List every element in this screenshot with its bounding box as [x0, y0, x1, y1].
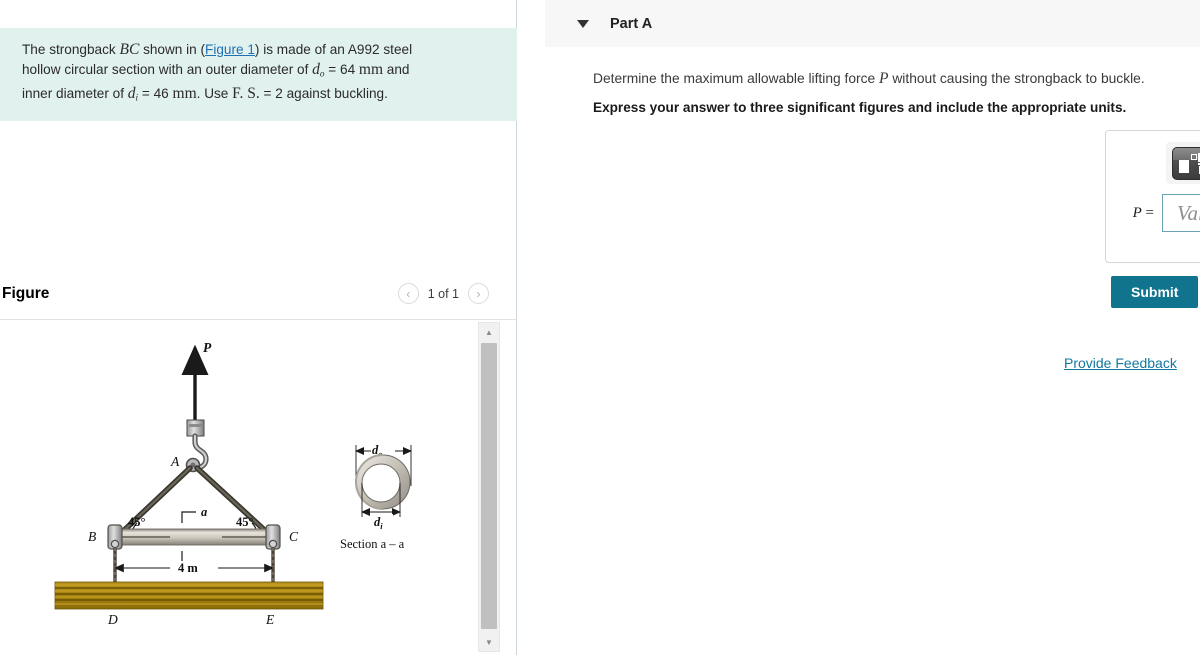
- problem-line2-pre: hollow circular section with an outer di…: [22, 62, 313, 77]
- problem-statement-box: The strongback BC shown in (Figure 1) is…: [0, 28, 517, 122]
- problem-line3-post: = 2 against buckling.: [259, 85, 388, 101]
- answer-toolbar: μÅ: [1166, 142, 1200, 184]
- problem-line3-mid: = 46: [138, 85, 173, 101]
- right-panel: Part A Determine the maximum allowable l…: [518, 0, 1200, 655]
- chevron-down-icon[interactable]: [577, 19, 589, 28]
- answer-prefix-equals: =: [1145, 204, 1154, 221]
- problem-line1-post: ) is made of an A992 steel: [254, 42, 413, 57]
- answer-instruction: Express your answer to three significant…: [593, 100, 1127, 115]
- answer-prefix-symbol: P: [1132, 204, 1142, 221]
- figure-label-span: 4 m: [178, 561, 198, 575]
- problem-statement-text: The strongback BC shown in (Figure 1) is…: [22, 40, 477, 107]
- figure-prev-button[interactable]: ‹: [397, 283, 419, 304]
- problem-line1-mid: shown in (: [139, 42, 206, 57]
- problem-line3-mid2: . Use: [196, 85, 233, 101]
- figure-1-link[interactable]: Figure 1: [205, 42, 255, 57]
- question-text-post: without causing the strongback to buckle…: [888, 71, 1145, 86]
- problem-line1-pre: The strongback: [22, 42, 120, 57]
- figure-image: P A 45° 45° B C a 4 m D E do di Section …: [0, 320, 474, 655]
- strongback-diagram-svg: P A 45° 45° B C a 4 m D E do di Section …: [54, 340, 412, 627]
- problem-line2-post: and: [383, 62, 410, 77]
- left-panel: The strongback BC shown in (Figure 1) is…: [0, 0, 517, 655]
- strongback-label: BC: [119, 41, 140, 58]
- answer-prefix: P =: [1120, 205, 1162, 222]
- figure-label-point-a: A: [170, 454, 180, 469]
- outer-diameter-symbol: d: [312, 61, 320, 78]
- lumber-stack: [54, 581, 324, 610]
- question-text: Determine the maximum allowable lifting …: [593, 70, 1193, 88]
- figure-next-button[interactable]: ›: [468, 283, 489, 304]
- provide-feedback-link[interactable]: Provide Feedback: [1064, 355, 1177, 371]
- scrollbar-thumb[interactable]: [481, 343, 497, 629]
- figure-label-force: P: [203, 340, 212, 355]
- submit-button[interactable]: Submit: [1111, 276, 1199, 308]
- question-text-pre: Determine the maximum allowable lifting …: [593, 71, 880, 86]
- figure-label-point-b: B: [88, 529, 96, 544]
- figure-label-point-d: D: [107, 612, 118, 627]
- answer-input-row: P =: [1120, 194, 1200, 232]
- part-a-label: Part A: [610, 15, 653, 32]
- figure-label-angle-right: 45°: [236, 515, 254, 529]
- unit-mm-1: mm: [358, 61, 384, 78]
- template-icon[interactable]: [1172, 146, 1200, 180]
- figure-label-section-top: a: [201, 505, 207, 519]
- figure-label-section-caption: Section a – a: [340, 537, 405, 551]
- unit-mm-2: mm: [172, 84, 197, 102]
- question-force-symbol: P: [879, 70, 889, 87]
- answer-entry-panel: μÅ: [1105, 130, 1200, 263]
- inner-diameter-symbol: d: [127, 84, 136, 102]
- answer-value-input[interactable]: [1162, 194, 1200, 232]
- problem-line3-pre: inner diameter of: [22, 85, 128, 101]
- figure-scrollbar[interactable]: ▲ ▼: [478, 322, 500, 652]
- figure-title: Figure: [2, 285, 50, 302]
- section-inset: do di Section a – a: [340, 443, 412, 551]
- figure-label-point-c: C: [289, 529, 299, 544]
- scroll-up-icon[interactable]: ▲: [479, 323, 499, 341]
- figure-header: Figure ‹ 1 of 1 ›: [0, 283, 517, 315]
- page-root: The strongback BC shown in (Figure 1) is…: [0, 0, 1200, 655]
- figure-label-point-e: E: [265, 612, 275, 627]
- factor-of-safety-symbol: F. S.: [232, 84, 260, 102]
- scroll-down-icon[interactable]: ▼: [479, 633, 499, 651]
- figure-page-counter: 1 of 1: [427, 286, 459, 301]
- figure-pager: ‹ 1 of 1 ›: [397, 283, 489, 304]
- template-glyph: [1178, 152, 1200, 174]
- problem-line2-mid: = 64: [324, 62, 359, 77]
- part-a-header[interactable]: Part A: [545, 0, 1200, 47]
- figure-label-angle-left: 45°: [128, 515, 146, 529]
